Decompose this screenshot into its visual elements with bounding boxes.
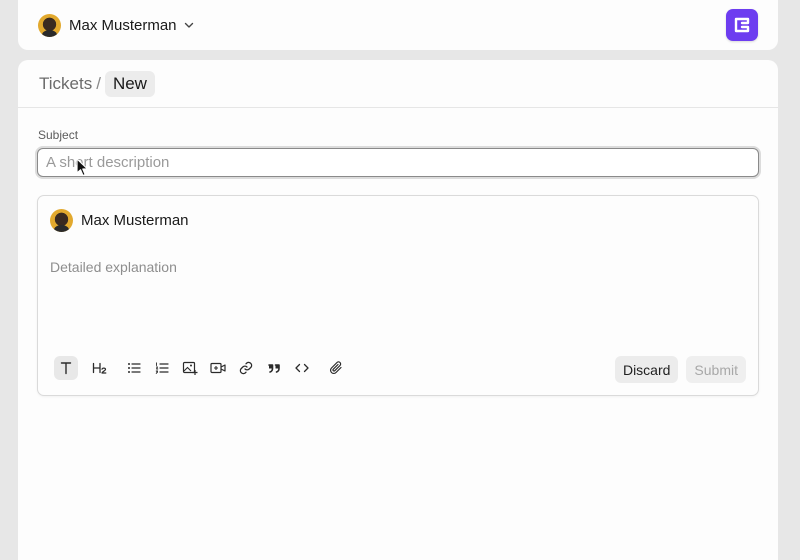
header-divider xyxy=(18,107,778,108)
breadcrumb-new: New xyxy=(104,71,155,97)
breadcrumb-separator: / xyxy=(96,74,101,93)
breadcrumb-tickets[interactable]: Tickets xyxy=(39,74,92,94)
breadcrumb: Tickets / New xyxy=(39,71,155,97)
subject-label: Subject xyxy=(38,128,79,142)
mouse-cursor-icon xyxy=(76,158,89,177)
user-menu[interactable]: Max Musterman xyxy=(38,13,195,37)
heading-2-icon[interactable] xyxy=(88,356,112,380)
avatar xyxy=(50,209,73,232)
description-editor: Max Musterman Detailed explanation Disca… xyxy=(37,195,759,396)
editor-toolbar xyxy=(54,356,352,380)
editor-author: Max Musterman xyxy=(50,209,189,232)
avatar xyxy=(38,13,61,37)
editor-actions: Discard Submit xyxy=(614,356,746,383)
code-icon[interactable] xyxy=(290,356,314,380)
chevron-down-icon xyxy=(183,19,195,31)
numbered-list-icon[interactable] xyxy=(150,356,174,380)
quote-icon[interactable] xyxy=(262,356,286,380)
submit-button[interactable]: Submit xyxy=(686,356,746,383)
image-add-icon[interactable] xyxy=(178,356,202,380)
discard-button[interactable]: Discard xyxy=(614,356,679,383)
text-icon[interactable] xyxy=(54,356,78,380)
link-icon[interactable] xyxy=(234,356,258,380)
bullet-list-icon[interactable] xyxy=(122,356,146,380)
paperclip-icon[interactable] xyxy=(324,356,348,380)
app-logo[interactable] xyxy=(726,9,758,41)
description-textarea[interactable]: Detailed explanation xyxy=(50,259,177,275)
video-add-icon[interactable] xyxy=(206,356,230,380)
ticket-logo-icon xyxy=(734,17,750,33)
top-bar: Max Musterman xyxy=(18,0,778,50)
main-panel: Tickets / New Subject Max Musterman Deta… xyxy=(18,60,778,560)
subject-input[interactable] xyxy=(37,148,759,177)
user-name: Max Musterman xyxy=(69,16,177,34)
author-name: Max Musterman xyxy=(81,212,189,229)
